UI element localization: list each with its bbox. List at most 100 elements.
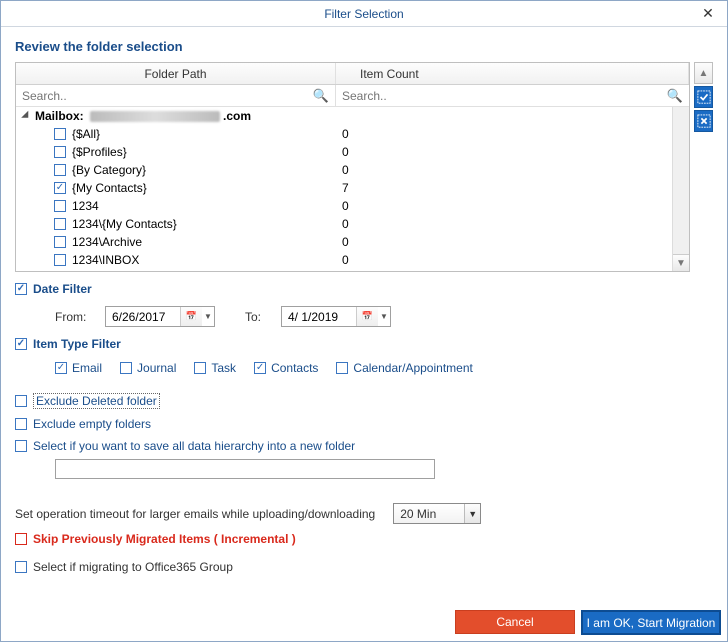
mailbox-row[interactable]: Mailbox: .com [16, 107, 689, 125]
email-checkbox[interactable] [55, 362, 67, 374]
from-date-picker[interactable]: 6/26/2017 📅 ▼ [105, 306, 215, 327]
table-row[interactable]: 12345 0 [16, 269, 689, 272]
new-folder-input[interactable] [55, 459, 435, 479]
deselect-all-button[interactable] [694, 110, 713, 132]
table-row[interactable]: 1234\INBOX 0 [16, 251, 689, 269]
scroll-up-icon[interactable]: ▲ [694, 62, 713, 84]
folder-grid: Folder Path Item Count 🔍 🔍 [15, 62, 690, 272]
row-checkbox[interactable] [54, 128, 66, 140]
search-row: 🔍 🔍 [16, 85, 689, 107]
to-date-value: 4/ 1/2019 [282, 310, 356, 324]
date-filter-label: Date Filter [33, 282, 92, 296]
mailbox-suffix: .com [223, 109, 251, 123]
col-folder-path[interactable]: Folder Path [16, 63, 336, 84]
calendar-label: Calendar/Appointment [353, 361, 472, 375]
exclude-empty-checkbox[interactable] [15, 418, 27, 430]
folder-name: 1234\{My Contacts} [72, 217, 177, 231]
task-checkbox[interactable] [194, 362, 206, 374]
table-row[interactable]: {$Profiles} 0 [16, 143, 689, 161]
expand-icon[interactable] [21, 111, 32, 122]
content-area: Review the folder selection Folder Path … [1, 27, 727, 641]
table-row[interactable]: 1234 0 [16, 197, 689, 215]
chevron-down-icon[interactable]: ▼ [464, 504, 480, 523]
row-checkbox[interactable] [54, 200, 66, 212]
side-controls: ▲ [694, 62, 713, 272]
folder-count: 0 [336, 235, 689, 249]
cancel-button[interactable]: Cancel [455, 610, 575, 634]
email-label: Email [72, 361, 102, 375]
save-hierarchy-label: Select if you want to save all data hier… [33, 439, 355, 453]
rows-container: Mailbox: .com {$All} 0 {$Profiles} 0 {By… [16, 107, 689, 272]
select-all-button[interactable] [694, 86, 713, 108]
folder-count: 0 [336, 199, 689, 213]
column-headers: Folder Path Item Count [16, 63, 689, 85]
search-path-cell: 🔍 [16, 85, 336, 107]
row-checkbox[interactable] [54, 236, 66, 248]
folder-count: 0 [336, 253, 689, 267]
contacts-checkbox[interactable] [254, 362, 266, 374]
folder-count: 0 [336, 127, 689, 141]
to-label: To: [245, 310, 271, 324]
folder-name: {$All} [72, 127, 100, 141]
exclude-deleted-label: Exclude Deleted folder [33, 393, 160, 409]
row-checkbox[interactable] [54, 164, 66, 176]
search-path-input[interactable] [22, 89, 268, 103]
folder-name: {By Category} [72, 163, 146, 177]
journal-label: Journal [137, 361, 176, 375]
table-row[interactable]: {My Contacts} 7 [16, 179, 689, 197]
calendar-checkbox[interactable] [336, 362, 348, 374]
row-checkbox[interactable] [54, 254, 66, 266]
task-label: Task [211, 361, 236, 375]
skip-previous-label: Skip Previously Migrated Items ( Increme… [33, 532, 296, 546]
close-icon[interactable]: ✕ [693, 4, 723, 24]
row-checkbox[interactable] [54, 218, 66, 230]
o365-group-label: Select if migrating to Office365 Group [33, 560, 233, 574]
dropdown-icon[interactable]: ▼ [378, 312, 390, 321]
calendar-icon[interactable]: 📅 [180, 307, 202, 326]
table-row[interactable]: 1234\Archive 0 [16, 233, 689, 251]
start-migration-button[interactable]: I am OK, Start Migration [581, 610, 721, 635]
row-checkbox[interactable] [54, 146, 66, 158]
scrollbar[interactable]: ▼ [672, 107, 689, 271]
exclude-deleted-checkbox[interactable] [15, 395, 27, 407]
row-checkbox[interactable] [54, 182, 66, 194]
folder-name: {My Contacts} [72, 181, 147, 195]
search-icon[interactable]: 🔍 [313, 88, 329, 104]
o365-group-checkbox[interactable] [15, 561, 27, 573]
table-row[interactable]: {By Category} 0 [16, 161, 689, 179]
save-hierarchy-checkbox[interactable] [15, 440, 27, 452]
dialog-window: Filter Selection ✕ Review the folder sel… [0, 0, 728, 642]
exclude-empty-label: Exclude empty folders [33, 417, 151, 431]
footer-buttons: Cancel I am OK, Start Migration [455, 610, 721, 635]
col-item-count[interactable]: Item Count [336, 63, 689, 84]
folder-name: {$Profiles} [72, 145, 127, 159]
timeout-label: Set operation timeout for larger emails … [15, 507, 375, 521]
dropdown-icon[interactable]: ▼ [202, 312, 214, 321]
scroll-down-icon[interactable]: ▼ [673, 254, 689, 271]
mailbox-label: Mailbox [35, 109, 80, 123]
table-row[interactable]: 1234\{My Contacts} 0 [16, 215, 689, 233]
skip-previous-checkbox[interactable] [15, 533, 27, 545]
contacts-label: Contacts [271, 361, 318, 375]
folder-name: 1234\Archive [72, 235, 142, 249]
calendar-icon[interactable]: 📅 [356, 307, 378, 326]
search-count-cell: 🔍 [336, 85, 689, 107]
item-type-checkbox[interactable] [15, 338, 27, 350]
folder-count: 0 [336, 271, 689, 272]
journal-checkbox[interactable] [120, 362, 132, 374]
folder-count: 0 [336, 163, 689, 177]
folder-count: 0 [336, 145, 689, 159]
date-filter-checkbox[interactable] [15, 283, 27, 295]
search-icon[interactable]: 🔍 [667, 88, 683, 104]
titlebar: Filter Selection ✕ [1, 1, 727, 27]
folder-grid-wrap: Folder Path Item Count 🔍 🔍 [15, 62, 713, 272]
timeout-select[interactable]: 20 Min ▼ [393, 503, 481, 524]
mailbox-blurred [90, 111, 220, 122]
search-count-input[interactable] [342, 89, 615, 103]
page-heading: Review the folder selection [15, 39, 713, 54]
item-type-label: Item Type Filter [33, 337, 121, 351]
folder-name: 1234\INBOX [72, 253, 139, 267]
window-title: Filter Selection [324, 7, 403, 21]
table-row[interactable]: {$All} 0 [16, 125, 689, 143]
to-date-picker[interactable]: 4/ 1/2019 📅 ▼ [281, 306, 391, 327]
